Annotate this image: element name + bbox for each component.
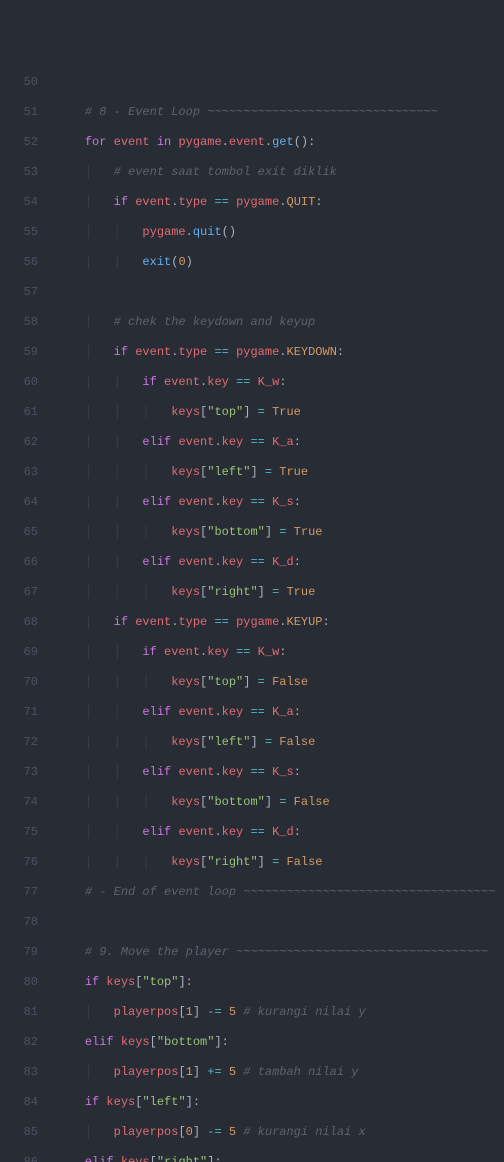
line-number: 82	[0, 1035, 38, 1050]
code-line[interactable]: │ if event.type == pygame.QUIT:	[56, 195, 504, 210]
code-line[interactable]: │ │ │ keys["right"] = True	[56, 585, 504, 600]
line-number-gutter: 50 51 52 53 54 55 56 57 58 59 60 61 62 6…	[0, 60, 52, 1162]
line-number: 85	[0, 1125, 38, 1140]
code-line[interactable]: │ playerpos[1] -= 5 # kurangi nilai y	[56, 1005, 504, 1020]
line-number: 72	[0, 735, 38, 750]
line-number: 73	[0, 765, 38, 780]
code-line[interactable]: │ playerpos[1] += 5 # tambah nilai y	[56, 1065, 504, 1080]
line-number: 53	[0, 165, 38, 180]
line-number: 86	[0, 1155, 38, 1162]
code-line[interactable]: │ │ │ keys["top"] = True	[56, 405, 504, 420]
line-number: 65	[0, 525, 38, 540]
code-line[interactable]: │ │ if event.key == K_w:	[56, 375, 504, 390]
code-line[interactable]: elif keys["right"]:	[56, 1155, 504, 1162]
code-line[interactable]: # - End of event loop ~~~~~~~~~~~~~~~~~~…	[56, 885, 504, 900]
code-editor[interactable]: 50 51 52 53 54 55 56 57 58 59 60 61 62 6…	[0, 60, 504, 1162]
line-number: 67	[0, 585, 38, 600]
line-number: 51	[0, 105, 38, 120]
line-number: 69	[0, 645, 38, 660]
code-line[interactable]: │ │ exit(0)	[56, 255, 504, 270]
code-line[interactable]: # 8 - Event Loop ~~~~~~~~~~~~~~~~~~~~~~~…	[56, 105, 504, 120]
code-line[interactable]: │ │ pygame.quit()	[56, 225, 504, 240]
code-line[interactable]: │ # event saat tombol exit diklik	[56, 165, 504, 180]
line-number: 81	[0, 1005, 38, 1020]
line-number: 50	[0, 75, 38, 90]
code-line[interactable]: │ if event.type == pygame.KEYDOWN:	[56, 345, 504, 360]
line-number: 61	[0, 405, 38, 420]
line-number: 71	[0, 705, 38, 720]
line-number: 78	[0, 915, 38, 930]
code-line[interactable]: if keys["top"]:	[56, 975, 504, 990]
code-line[interactable]: for event in pygame.event.get():	[56, 135, 504, 150]
line-number: 70	[0, 675, 38, 690]
line-number: 63	[0, 465, 38, 480]
line-number: 68	[0, 615, 38, 630]
code-line[interactable]	[56, 285, 504, 300]
code-line[interactable]: │ │ │ keys["bottom"] = True	[56, 525, 504, 540]
line-number: 58	[0, 315, 38, 330]
code-line[interactable]: │ │ elif event.key == K_d:	[56, 825, 504, 840]
code-line[interactable]: │ │ elif event.key == K_a:	[56, 435, 504, 450]
line-number: 74	[0, 795, 38, 810]
line-number: 62	[0, 435, 38, 450]
code-line[interactable]: │ │ elif event.key == K_s:	[56, 495, 504, 510]
line-number: 83	[0, 1065, 38, 1080]
code-line[interactable]: │ │ │ keys["left"] = False	[56, 735, 504, 750]
code-line[interactable]: │ # chek the keydown and keyup	[56, 315, 504, 330]
code-line[interactable]	[56, 75, 504, 90]
code-line[interactable]: │ │ │ keys["right"] = False	[56, 855, 504, 870]
line-number: 79	[0, 945, 38, 960]
code-line[interactable]: │ │ │ keys["left"] = True	[56, 465, 504, 480]
line-number: 76	[0, 855, 38, 870]
code-line[interactable]: │ playerpos[0] -= 5 # kurangi nilai x	[56, 1125, 504, 1140]
line-number: 52	[0, 135, 38, 150]
line-number: 66	[0, 555, 38, 570]
code-line[interactable]: │ if event.type == pygame.KEYUP:	[56, 615, 504, 630]
code-line[interactable]: │ │ elif event.key == K_a:	[56, 705, 504, 720]
line-number: 54	[0, 195, 38, 210]
code-line[interactable]: │ │ elif event.key == K_d:	[56, 555, 504, 570]
line-number: 59	[0, 345, 38, 360]
code-line[interactable]: elif keys["bottom"]:	[56, 1035, 504, 1050]
code-line[interactable]	[56, 915, 504, 930]
code-line[interactable]: │ │ │ keys["top"] = False	[56, 675, 504, 690]
line-number: 84	[0, 1095, 38, 1110]
code-line[interactable]: │ │ if event.key == K_w:	[56, 645, 504, 660]
code-area[interactable]: # 8 - Event Loop ~~~~~~~~~~~~~~~~~~~~~~~…	[52, 60, 504, 1162]
line-number: 55	[0, 225, 38, 240]
code-line[interactable]: if keys["left"]:	[56, 1095, 504, 1110]
code-line[interactable]: │ │ │ keys["bottom"] = False	[56, 795, 504, 810]
line-number: 64	[0, 495, 38, 510]
line-number: 57	[0, 285, 38, 300]
line-number: 75	[0, 825, 38, 840]
line-number: 60	[0, 375, 38, 390]
code-line[interactable]: │ │ elif event.key == K_s:	[56, 765, 504, 780]
line-number: 77	[0, 885, 38, 900]
line-number: 56	[0, 255, 38, 270]
code-line[interactable]: # 9. Move the player ~~~~~~~~~~~~~~~~~~~…	[56, 945, 504, 960]
line-number: 80	[0, 975, 38, 990]
